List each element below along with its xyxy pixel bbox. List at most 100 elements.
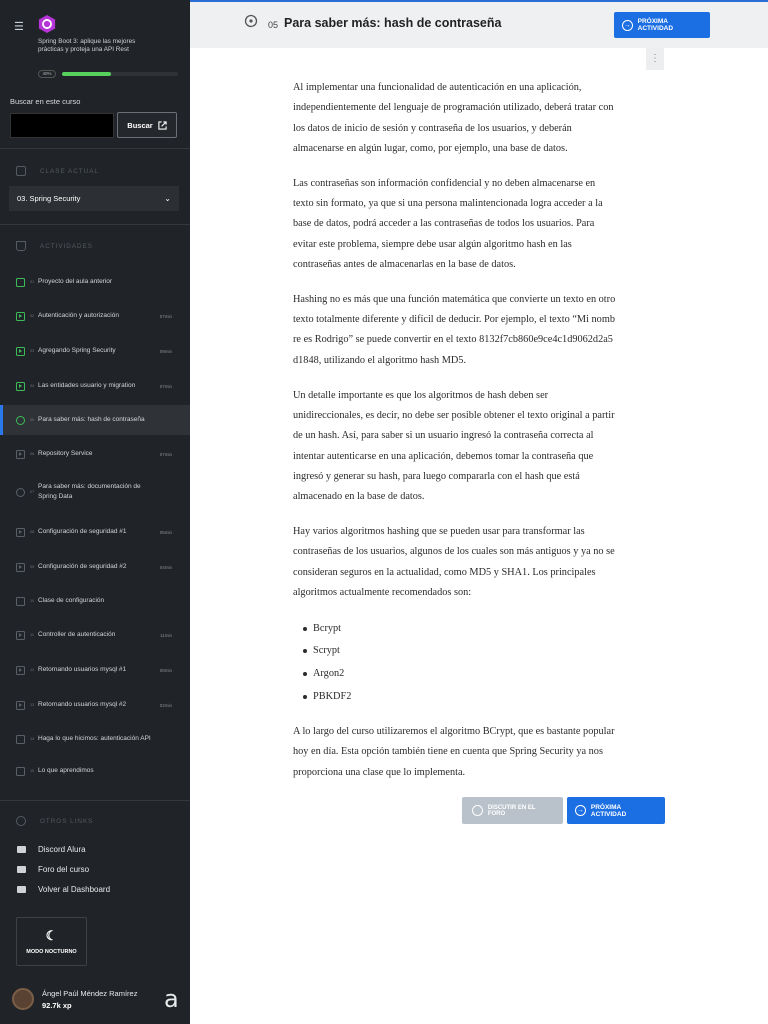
sidebar-item[interactable]: 14 Haga lo que hicimos: autenticación API [0,732,190,746]
arrow-right-icon: → [622,19,633,31]
paragraph: Hashing no es más que una función matemá… [293,293,616,366]
moon-icon: ☾ [45,928,58,943]
paragraph: Las contraseñas son información confiden… [293,177,603,270]
menu-toggle-icon[interactable]: ☰ [14,20,24,33]
main-content: 05 Para saber más: hash de contraseña → … [190,0,768,1024]
algorithm-list: Bcrypt Scrypt Argon2 PBKDF2 [303,618,617,708]
item-number: 15 [30,769,35,773]
footer-actions: DISCUTIR EN EL FORO → PRÓXIMA ACTIVIDAD [462,797,665,824]
paragraph: A lo largo del curso utilizaremos el alg… [293,726,615,778]
item-duration: 07min [159,313,172,319]
video-icon [16,311,25,321]
paragraph: Hay varios algoritmos hashing que se pue… [293,526,615,598]
discord-icon [17,846,26,853]
link-discord[interactable]: Discord Alura [17,845,86,854]
list-icon [16,596,25,606]
avatar[interactable] [12,988,34,1010]
sidebar-item[interactable]: 07 Para saber más: documentación de Sprin… [0,478,190,506]
sidebar-item-label: Controller de autenticación [38,631,116,638]
sidebar-item[interactable]: 02 Autenticación y autorización 07min [0,309,190,323]
sidebar-item-label: Configuración de seguridad #2 [38,563,127,570]
item-duration: 11min [160,632,172,638]
sidebar-item[interactable]: 15 Lo que aprendimos [0,764,190,778]
sidebar-item[interactable]: 05 Para saber más: hash de contraseña [0,405,190,435]
video-icon [16,346,25,356]
progress-bar [62,72,178,76]
list-item: Scrypt [303,640,617,663]
explore-icon [16,415,25,425]
course-title[interactable]: Spring Boot 3: aplique las mejores práct… [38,38,158,55]
item-number: 12 [30,668,35,672]
item-number: 02 [30,314,35,318]
discuss-forum-button[interactable]: DISCUTIR EN EL FORO [462,797,563,824]
item-number: 06 [30,452,35,456]
globe-icon [472,805,483,816]
item-number: 14 [30,737,35,741]
item-duration: 02min [159,702,172,708]
forum-icon [17,866,26,873]
link-forum[interactable]: Foro del curso [17,865,89,874]
video-icon [16,527,25,537]
activity-header: 05 Para saber más: hash de contraseña → … [190,0,768,48]
video-icon [16,665,25,675]
sidebar-item[interactable]: 01 Proyecto del aula anterior [0,275,190,289]
search-input[interactable] [10,113,114,138]
dashboard-icon [17,886,26,893]
sidebar-item-label: Haga lo que hicimos: autenticación API [38,735,151,742]
more-options-icon[interactable]: ⋮ [646,48,664,70]
link-dashboard[interactable]: Volver al Dashboard [17,885,110,894]
search-button[interactable]: Buscar [117,112,177,138]
arrow-right-icon: → [575,805,586,816]
item-duration: 08min [159,667,172,673]
sidebar: ☰ Spring Boot 3: aplique las mejores prá… [0,0,190,1024]
item-number: 05 [30,418,35,422]
current-class-select[interactable]: 03. Spring Security ⌄ [9,186,179,211]
sidebar-item-label: Autenticación y autorización [38,312,119,319]
list-item: PBKDF2 [303,686,617,709]
current-class-heading: CLASE ACTUAL [16,166,99,176]
activity-number: 05 [268,20,279,30]
item-number: 04 [30,384,35,388]
user-name: Ángel Paúl Méndez Ramírez [42,989,138,998]
video-icon [16,700,25,710]
night-mode-button[interactable]: ☾ MODO NOCTURNO [16,917,87,966]
sidebar-item-label: Las entidades usuario y migration [38,382,136,389]
item-number: 07 [30,490,35,494]
next-activity-button-bottom[interactable]: → PRÓXIMA ACTIVIDAD [567,797,665,824]
video-icon [16,449,25,459]
sidebar-item-label: Configuración de seguridad #1 [38,528,127,535]
activities-heading: ACTIVIDADES [16,241,93,251]
sidebar-item-label: Lo que aprendimos [38,767,94,774]
item-duration: 04min [159,564,172,570]
item-number: 13 [30,703,35,707]
item-duration: 09min [159,348,172,354]
sidebar-item[interactable]: 12 Retornando usuarios mysql #1 08min [0,663,190,677]
sidebar-item[interactable]: 06 Repository Service 07min [0,447,190,461]
sidebar-item[interactable]: 13 Retornando usuarios mysql #2 02min [0,698,190,712]
sidebar-item-label: Clase de configuración [38,597,105,604]
sidebar-item-label: Retornando usuarios mysql #2 [38,701,127,708]
user-profile[interactable]: Ángel Paúl Méndez Ramírez 92.7k xp a [12,985,182,1015]
item-duration: 05min [159,529,172,535]
sidebar-item[interactable]: 04 Las entidades usuario y migration 07min [0,379,190,393]
alura-logo[interactable]: a [164,987,179,1011]
sidebar-item[interactable]: 10 Clase de configuración [0,594,190,608]
paragraph: Al implementar una funcionalidad de aute… [293,82,614,154]
sidebar-item[interactable]: 08 Configuración de seguridad #1 05min [0,525,190,539]
sidebar-item[interactable]: 11 Controller de autenticación 11min [0,628,190,642]
list-item: Argon2 [303,663,617,686]
explore-icon [244,14,258,28]
other-links-heading: OTROS LINKS [16,816,93,826]
sidebar-item-label: Repository Service [38,450,93,457]
next-activity-button[interactable]: → PRÓXIMA ACTIVIDAD [614,12,710,38]
item-duration: 07min [159,383,172,389]
sidebar-item[interactable]: 09 Configuración de seguridad #2 04min [0,560,190,574]
item-number: 10 [30,599,35,603]
item-duration: 07min [159,451,172,457]
paragraph: Un detalle importante es que los algorit… [293,389,615,503]
video-icon [16,562,25,572]
sidebar-item[interactable]: 03 Agregando Spring Security 09min [0,344,190,358]
explore-icon [16,487,25,497]
external-link-icon [158,120,167,130]
video-icon [16,630,25,640]
